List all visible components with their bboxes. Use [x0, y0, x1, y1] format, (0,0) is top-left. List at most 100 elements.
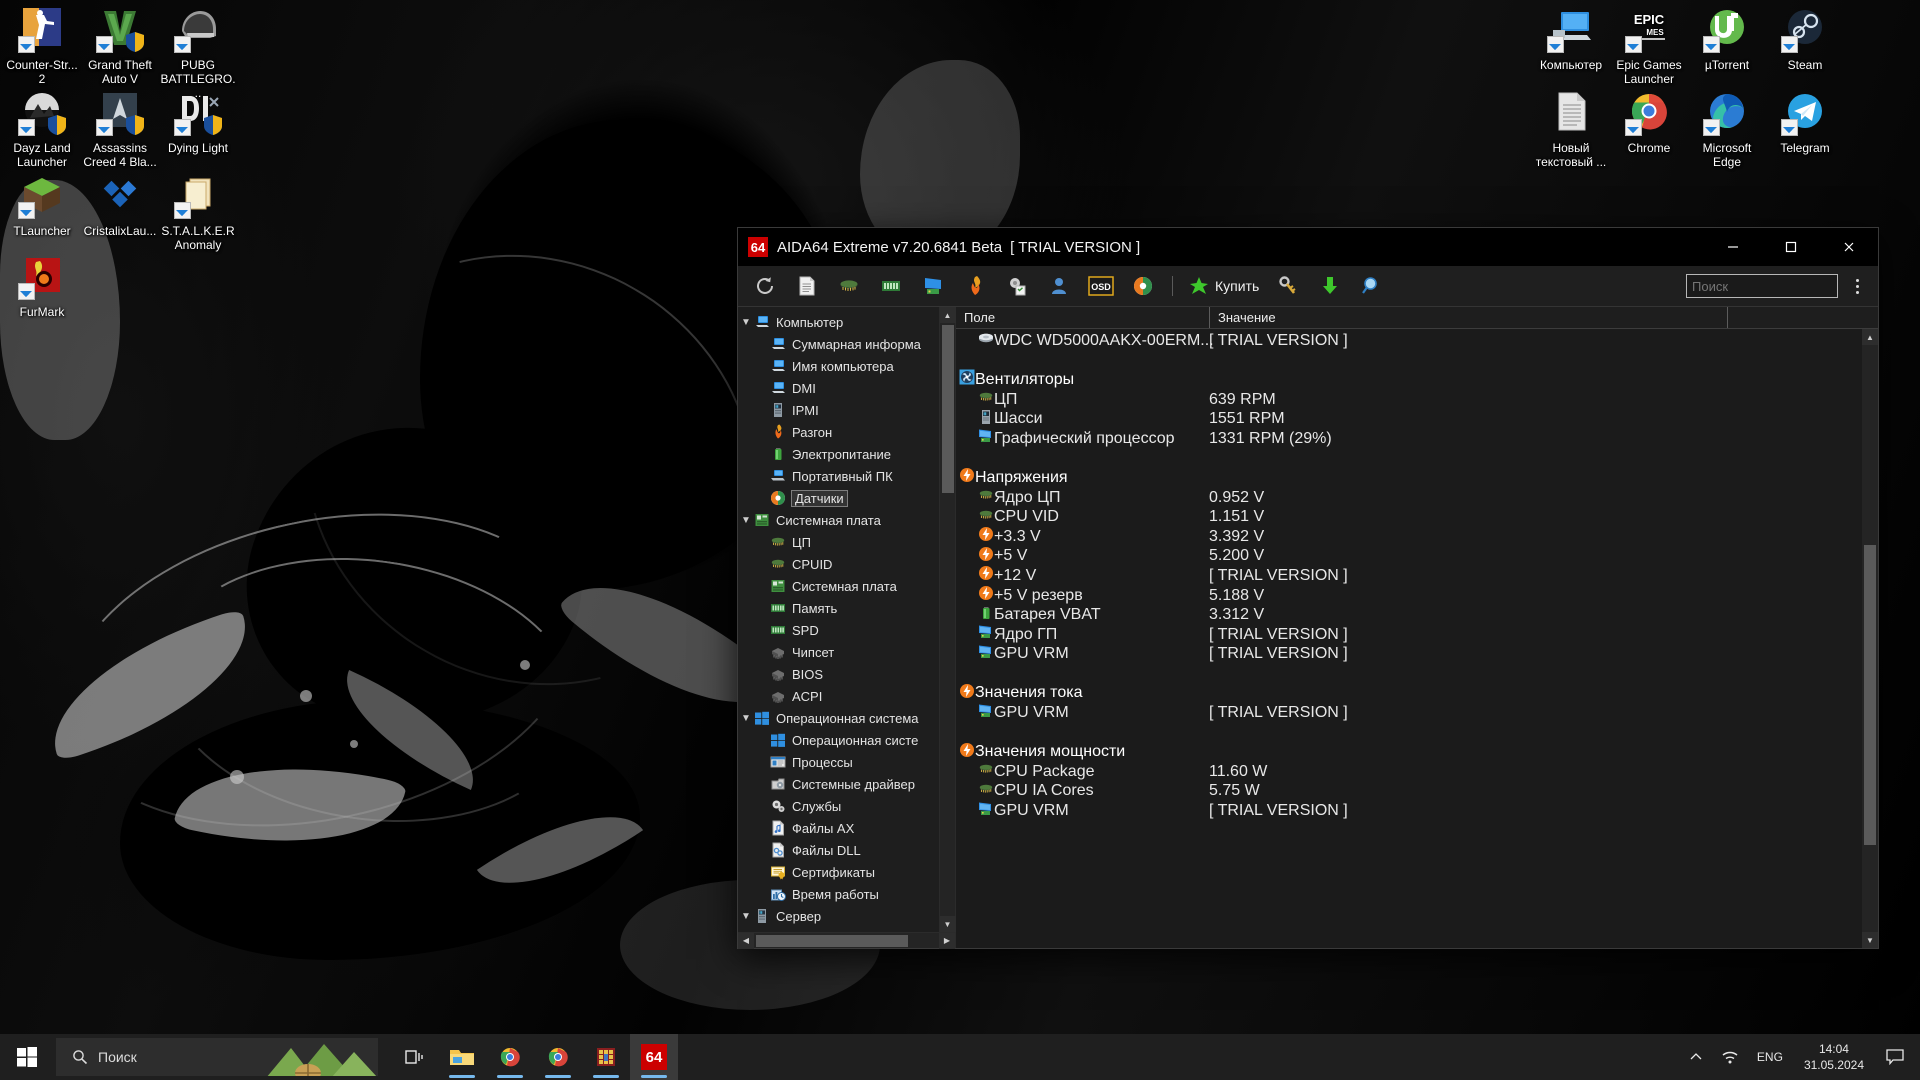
- sensor-row[interactable]: ЦП 639 RPM: [956, 390, 1862, 410]
- tree-item-0[interactable]: ▼ Компьютер: [738, 311, 939, 333]
- sensor-icon[interactable]: [1123, 269, 1163, 303]
- content-vertical-scrollbar[interactable]: ▲ ▼: [1862, 329, 1878, 948]
- taskbar-clock[interactable]: 14:04 31.05.2024: [1792, 1034, 1876, 1080]
- buy-button[interactable]: Купить: [1181, 269, 1267, 303]
- sensor-row[interactable]: GPU VRM [ TRIAL VERSION ]: [956, 801, 1862, 821]
- tree-item-13[interactable]: Память: [738, 597, 939, 619]
- navigation-tree[interactable]: ▼ Компьютер Суммарная информа Имя компьютер…: [738, 307, 939, 932]
- chevron-down-icon[interactable]: ▼: [738, 317, 754, 328]
- winrar-icon[interactable]: [582, 1034, 630, 1080]
- window-controls[interactable]: [1704, 228, 1878, 266]
- desktop-icon-text-file[interactable]: Новый текстовый ...: [1532, 88, 1610, 169]
- desktop-icon-chrome[interactable]: Chrome: [1610, 88, 1688, 155]
- download-icon[interactable]: [1310, 269, 1350, 303]
- content-scroll-down-icon[interactable]: ▼: [1862, 932, 1878, 948]
- sensor-row[interactable]: GPU VRM [ TRIAL VERSION ]: [956, 645, 1862, 665]
- maximize-button[interactable]: [1762, 228, 1820, 266]
- list-header-row[interactable]: Поле Значение: [956, 307, 1878, 329]
- tray-chevron-icon[interactable]: [1680, 1034, 1712, 1080]
- sensor-row[interactable]: +5 V 5.200 V: [956, 546, 1862, 567]
- sensor-group-row[interactable]: Значения мощности: [956, 742, 1862, 762]
- more-options-icon[interactable]: [1842, 269, 1872, 303]
- key-icon[interactable]: [1268, 269, 1308, 303]
- tree-item-8[interactable]: Датчики: [738, 487, 939, 509]
- tree-item-10[interactable]: ЦП: [738, 531, 939, 553]
- benchmark-fire-icon[interactable]: [955, 269, 995, 303]
- tree-item-23[interactable]: Файлы AX: [738, 817, 939, 839]
- task-view-icon[interactable]: [390, 1034, 438, 1080]
- tree-item-24[interactable]: Файлы DLL: [738, 839, 939, 861]
- sensor-row[interactable]: CPU Package 11.60 W: [956, 762, 1862, 782]
- refresh-icon[interactable]: [745, 269, 785, 303]
- tree-item-3[interactable]: DMI: [738, 377, 939, 399]
- display-icon[interactable]: [913, 269, 953, 303]
- sensor-row[interactable]: GPU VRM [ TRIAL VERSION ]: [956, 703, 1862, 723]
- system-tray[interactable]: ENG 14:04 31.05.2024: [1680, 1034, 1920, 1080]
- aida64-taskbar-icon[interactable]: 64: [630, 1034, 678, 1080]
- tree-item-19[interactable]: Операционная систе: [738, 729, 939, 751]
- tree-item-18[interactable]: ▼ Операционная система: [738, 707, 939, 729]
- search-magnifier-icon[interactable]: [1352, 269, 1392, 303]
- scroll-up-icon[interactable]: ▲: [939, 307, 956, 323]
- tree-item-15[interactable]: Чипсет: [738, 641, 939, 663]
- sensor-row[interactable]: +12 V [ TRIAL VERSION ]: [956, 566, 1862, 586]
- sensor-row[interactable]: WDC WD5000AAKX-00ERM...[ TRIAL VERSION ]: [956, 331, 1862, 351]
- chevron-down-icon[interactable]: ▼: [738, 911, 754, 922]
- column-divider-2[interactable]: [1727, 307, 1728, 328]
- sensor-row[interactable]: Графический процессор 1331 RPM (29%): [956, 429, 1862, 449]
- cpu-icon[interactable]: [829, 269, 869, 303]
- aida64-window[interactable]: 64 AIDA64 Extreme v7.20.6841 Beta [ TRIA…: [737, 227, 1879, 949]
- content-scroll-thumb[interactable]: [1864, 545, 1876, 845]
- action-center-icon[interactable]: [1876, 1034, 1920, 1080]
- desktop-icon-pubg[interactable]: PUBG BATTLEGRO...: [159, 5, 237, 100]
- chrome-icon-2[interactable]: [534, 1034, 582, 1080]
- tree-item-6[interactable]: Электропитание: [738, 443, 939, 465]
- file-explorer-icon[interactable]: [438, 1034, 486, 1080]
- desktop-icon-furmark[interactable]: FurMark: [3, 252, 81, 319]
- tree-item-22[interactable]: Службы: [738, 795, 939, 817]
- taskbar[interactable]: Поиск 64 ENG 14:04 31.05.2024: [0, 1034, 1920, 1080]
- desktop-icon-dying-light[interactable]: Dying Light: [159, 88, 237, 155]
- tree-scroll-thumb[interactable]: [941, 325, 954, 493]
- sensor-group-row[interactable]: Вентиляторы: [956, 369, 1862, 390]
- tree-scroll-track[interactable]: [940, 323, 956, 916]
- toolbar[interactable]: OSD Купить: [738, 266, 1878, 307]
- tree-item-27[interactable]: ▼ Сервер: [738, 905, 939, 927]
- chevron-down-icon[interactable]: ▼: [738, 515, 754, 526]
- tree-item-1[interactable]: Суммарная информа: [738, 333, 939, 355]
- sensor-row[interactable]: +5 V резерв 5.188 V: [956, 586, 1862, 606]
- scroll-right-icon[interactable]: ▶: [939, 932, 955, 949]
- start-button[interactable]: [0, 1034, 54, 1080]
- tree-item-25[interactable]: Сертификаты: [738, 861, 939, 883]
- sensor-row[interactable]: CPU VID 1.151 V: [956, 507, 1862, 527]
- sensor-row[interactable]: Ядро ГП [ TRIAL VERSION ]: [956, 625, 1862, 645]
- desktop-icon-computer[interactable]: Компьютер: [1532, 5, 1610, 72]
- osd-icon[interactable]: OSD: [1081, 269, 1121, 303]
- tree-item-16[interactable]: BIOS: [738, 663, 939, 685]
- scroll-down-icon[interactable]: ▼: [939, 916, 956, 932]
- user-icon[interactable]: [1039, 269, 1079, 303]
- desktop[interactable]: Counter-Str... 2 Grand Theft Auto V PUBG…: [0, 0, 1920, 1080]
- desktop-icon-cristalix[interactable]: CristalixLau...: [81, 171, 159, 238]
- chrome-icon[interactable]: [486, 1034, 534, 1080]
- desktop-icon-dayz[interactable]: Dayz Land Launcher: [3, 88, 81, 169]
- tree-item-9[interactable]: ▼ Системная плата: [738, 509, 939, 531]
- navigation-tree-pane[interactable]: ▼ Компьютер Суммарная информа Имя компьютер…: [738, 307, 956, 949]
- tree-item-17[interactable]: ACPI: [738, 685, 939, 707]
- desktop-icon-stalker[interactable]: S.T.A.L.K.E.R Anomaly: [159, 171, 237, 252]
- network-icon[interactable]: [1712, 1034, 1748, 1080]
- tree-item-20[interactable]: Процессы: [738, 751, 939, 773]
- close-button[interactable]: [1820, 228, 1878, 266]
- tree-item-7[interactable]: Портативный ПК: [738, 465, 939, 487]
- sensor-row[interactable]: Шасси 1551 RPM: [956, 409, 1862, 429]
- desktop-icon-edge[interactable]: Microsoft Edge: [1688, 88, 1766, 169]
- desktop-icon-tlauncher[interactable]: TLauncher: [3, 171, 81, 238]
- desktop-icon-gta-v[interactable]: Grand Theft Auto V: [81, 5, 159, 86]
- tree-item-11[interactable]: CPUID: [738, 553, 939, 575]
- sensor-rows[interactable]: WDC WD5000AAKX-00ERM...[ TRIAL VERSION ]…: [956, 329, 1862, 948]
- memory-icon[interactable]: [871, 269, 911, 303]
- sensor-group-row[interactable]: Напряжения: [956, 468, 1862, 488]
- tree-vertical-scrollbar[interactable]: ▲ ▼: [939, 307, 956, 932]
- column-header-value[interactable]: Значение: [1210, 307, 1727, 328]
- window-titlebar[interactable]: 64 AIDA64 Extreme v7.20.6841 Beta [ TRIA…: [738, 228, 1878, 266]
